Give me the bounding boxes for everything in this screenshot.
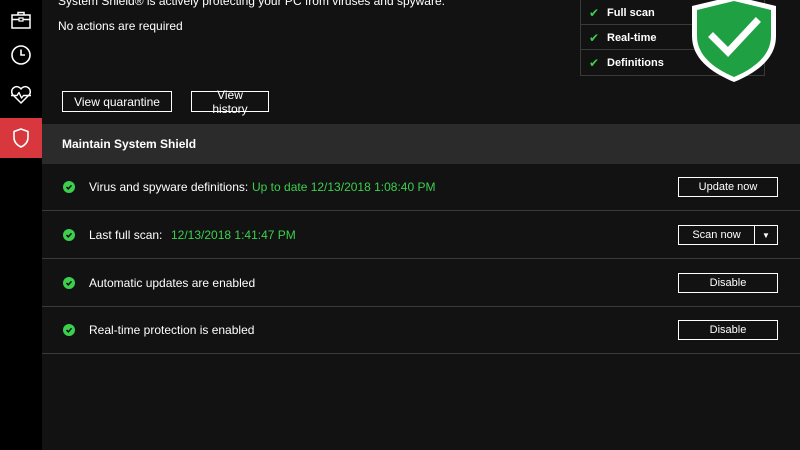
nav-item-history[interactable] — [0, 35, 42, 75]
protection-status-text: System Shield® is actively protecting yo… — [58, 0, 445, 8]
last-scan-row: Last full scan: 12/13/2018 1:41:47 PM Sc… — [42, 212, 800, 259]
no-actions-text: No actions are required — [58, 19, 183, 33]
main-panel: System Shield® is actively protecting yo… — [42, 0, 800, 450]
briefcase-icon — [11, 11, 31, 29]
clock-icon — [11, 45, 31, 65]
scan-now-split-button: Scan now ▼ — [678, 225, 778, 245]
disable-auto-updates-button[interactable]: Disable — [678, 273, 778, 293]
auto-updates-row: Automatic updates are enabled Disable — [42, 260, 800, 307]
scan-options-dropdown-icon[interactable]: ▼ — [754, 226, 777, 244]
definitions-value: Up to date 12/13/2018 1:08:40 PM — [252, 180, 436, 194]
nav-item-briefcase[interactable] — [0, 0, 42, 40]
last-scan-label: Last full scan: — [89, 228, 163, 242]
shield-icon — [13, 128, 29, 148]
checklist-label: Definitions — [607, 56, 664, 69]
sidebar — [0, 0, 42, 450]
section-header: Maintain System Shield — [42, 124, 800, 164]
disable-realtime-button[interactable]: Disable — [678, 320, 778, 340]
update-now-button[interactable]: Update now — [678, 177, 778, 197]
auto-updates-label: Automatic updates are enabled — [89, 276, 256, 290]
status-ok-icon — [63, 229, 75, 241]
check-icon: ✔ — [589, 5, 600, 20]
checklist-label: Real-time — [607, 31, 657, 44]
realtime-protection-label: Real-time protection is enabled — [89, 323, 255, 337]
status-ok-icon — [63, 324, 75, 336]
heartbeat-icon — [10, 85, 32, 104]
checklist-label: Full scan — [607, 6, 655, 19]
view-quarantine-button[interactable]: View quarantine — [62, 91, 172, 112]
definitions-label: Virus and spyware definitions: — [89, 180, 249, 194]
last-scan-value: 12/13/2018 1:41:47 PM — [171, 228, 296, 242]
check-icon: ✔ — [589, 55, 600, 70]
status-ok-icon — [63, 181, 75, 193]
protected-shield-icon — [692, 0, 776, 82]
nav-item-protection[interactable] — [0, 118, 42, 158]
status-ok-icon — [63, 277, 75, 289]
nav-item-health[interactable] — [0, 75, 42, 115]
check-icon: ✔ — [589, 30, 600, 45]
scan-now-button[interactable]: Scan now — [679, 226, 754, 244]
view-history-button[interactable]: View history — [191, 88, 269, 116]
definitions-row: Virus and spyware definitions: Up to dat… — [42, 164, 800, 211]
realtime-protection-row: Real-time protection is enabled Disable — [42, 307, 800, 354]
